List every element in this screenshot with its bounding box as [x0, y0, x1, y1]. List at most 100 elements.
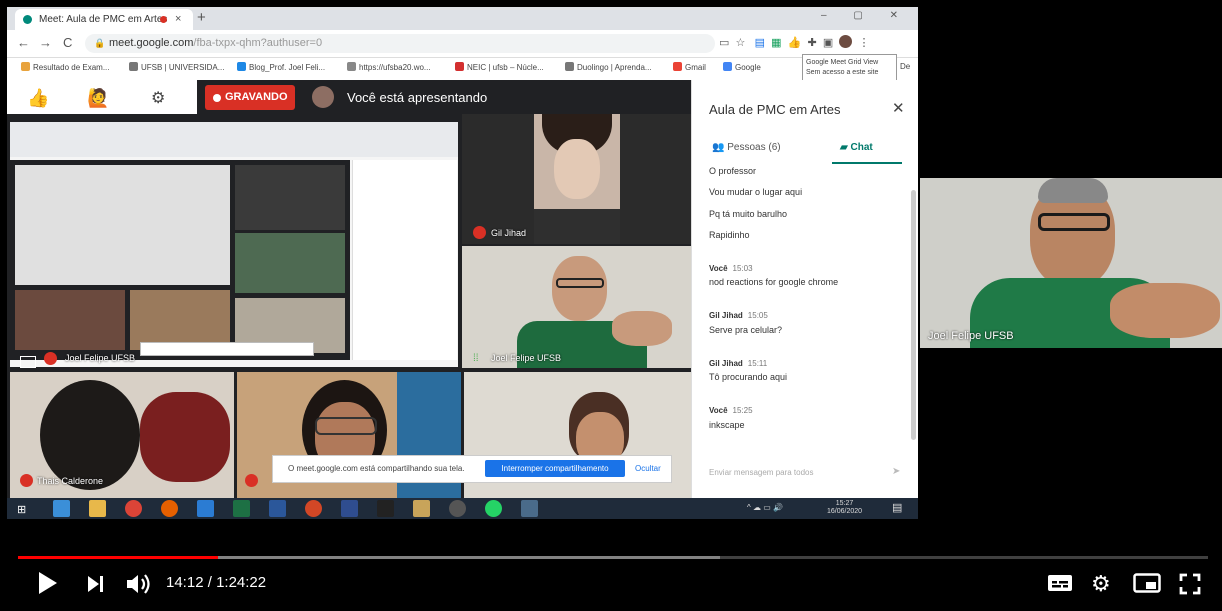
- mic-off-icon: [473, 226, 486, 239]
- share-banner-text: O meet.google.com está compartilhando su…: [288, 464, 465, 473]
- back-button[interactable]: ←: [17, 35, 30, 50]
- app-r-icon[interactable]: [341, 500, 358, 517]
- settings-icon[interactable]: [449, 500, 466, 517]
- participant-name: Joel Felipe UFSB: [65, 353, 136, 363]
- fullscreen-icon[interactable]: [1179, 573, 1201, 600]
- excel-icon[interactable]: [233, 500, 250, 517]
- send-icon[interactable]: ➤: [892, 466, 900, 477]
- chat-input[interactable]: Enviar mensagem para todos: [709, 468, 814, 477]
- participant-tile[interactable]: [462, 114, 691, 244]
- chrome-icon[interactable]: [125, 500, 142, 517]
- progress-played: [18, 556, 218, 559]
- close-icon[interactable]: ✕: [892, 99, 905, 117]
- screen-share-tile: [10, 122, 458, 367]
- webcam-label: Joel Felipe UFSB: [928, 330, 1014, 342]
- bookmark[interactable]: UFSB | UNIVERSIDA...: [129, 62, 224, 72]
- recording-badge: GRAVANDO: [205, 85, 295, 110]
- chat-message: Rapidinho: [709, 230, 750, 240]
- reload-button[interactable]: C: [63, 35, 72, 50]
- play-button[interactable]: [37, 570, 59, 601]
- thumbs-icon[interactable]: 👍: [788, 37, 802, 49]
- star-icon[interactable]: ☆: [736, 37, 746, 49]
- chat-sender: Você 15:25: [709, 406, 753, 415]
- store-icon[interactable]: [413, 500, 430, 517]
- new-tab-button[interactable]: +: [197, 9, 206, 26]
- volume-icon[interactable]: [125, 572, 153, 601]
- mic-off-icon: [20, 474, 33, 487]
- bookmark[interactable]: Gmail: [673, 62, 706, 72]
- notifications-icon[interactable]: ▤: [892, 501, 902, 514]
- windows-start-icon[interactable]: ⊞: [17, 503, 26, 516]
- participant-name: Thais Calderone: [37, 476, 104, 486]
- clock[interactable]: 15:27 16/06/2020: [827, 500, 862, 516]
- url-host: meet.google.com: [109, 37, 194, 49]
- firefox-icon[interactable]: [161, 500, 178, 517]
- thumbs-up-icon[interactable]: 👍: [27, 88, 49, 109]
- profile-avatar[interactable]: [839, 35, 853, 48]
- nested-browser-bar: [10, 122, 458, 157]
- chat-message: Serve pra celular?: [709, 325, 783, 335]
- chat-message: inkscape: [709, 420, 745, 430]
- lock-icon: 🔒: [94, 38, 106, 48]
- miniplayer-icon[interactable]: [1133, 573, 1161, 598]
- notes-icon[interactable]: [521, 500, 538, 517]
- people-icon: 👥: [712, 142, 725, 153]
- webcam-overlay: Joel Felipe UFSB: [920, 178, 1222, 348]
- screen-share-banner: O meet.google.com está compartilhando su…: [272, 455, 672, 483]
- presenting-text: Você está apresentando: [347, 90, 488, 105]
- active-tab-indicator: [832, 162, 902, 164]
- media-icon[interactable]: ▣: [823, 37, 833, 49]
- whatsapp-icon[interactable]: [485, 500, 502, 517]
- bookmark[interactable]: https://ufsba20.wo...: [347, 62, 431, 72]
- bookmark[interactable]: De: [900, 62, 910, 71]
- cast-icon[interactable]: ▭: [719, 37, 729, 49]
- extensions-bar: ▭ ☆ ▤ ▦ 👍 ✚ ▣ ⋮: [719, 35, 869, 49]
- powerpoint-icon[interactable]: [305, 500, 322, 517]
- translate-icon[interactable]: ▤: [755, 37, 765, 49]
- inkscape-icon[interactable]: [377, 500, 394, 517]
- chat-message: Tô procurando aqui: [709, 372, 788, 382]
- chat-sender: Gil Jihad 15:11: [709, 359, 768, 368]
- browser-tab[interactable]: Meet: Aula de PMC em Artes ×: [15, 9, 193, 30]
- window-controls[interactable]: – ▢ ✕: [821, 10, 910, 21]
- tab-close-icon[interactable]: ×: [175, 9, 181, 30]
- next-button[interactable]: [85, 573, 107, 600]
- hide-button[interactable]: Ocultar: [635, 464, 661, 473]
- settings-gear-icon[interactable]: ⚙: [1091, 571, 1111, 597]
- menu-icon[interactable]: ⋮: [858, 37, 869, 49]
- participant-tile[interactable]: [462, 246, 691, 368]
- bookmarks-bar: Resultado de Exam... UFSB | UNIVERSIDA..…: [7, 58, 918, 78]
- edge-icon[interactable]: [53, 500, 70, 517]
- file-explorer-icon[interactable]: [89, 500, 106, 517]
- bookmark[interactable]: Resultado de Exam...: [21, 62, 109, 72]
- outlook-icon[interactable]: [197, 500, 214, 517]
- nested-chat: [352, 160, 457, 360]
- chat-message: Vou mudar o lugar aqui: [709, 187, 803, 197]
- grid-view-icon[interactable]: ▦: [771, 37, 781, 49]
- gear-icon[interactable]: ⚙: [151, 88, 165, 108]
- bookmark[interactable]: NEIC | ufsb – Núcle...: [455, 62, 544, 72]
- meeting-title: Aula de PMC em Artes: [709, 102, 841, 117]
- bookmark[interactable]: Duolingo | Aprenda...: [565, 62, 652, 72]
- system-tray-icons[interactable]: ^ ☁ ▭ 🔊: [747, 503, 783, 512]
- stop-sharing-button[interactable]: Interromper compartilhamento: [485, 460, 625, 477]
- time-separator: /: [203, 574, 217, 591]
- forward-button[interactable]: →: [39, 35, 52, 50]
- mic-off-icon: [245, 474, 258, 487]
- tab-chat[interactable]: ▰ Chat: [840, 142, 873, 153]
- bookmark[interactable]: Blog_Prof. Joel Feli...: [237, 62, 325, 72]
- nested-grid: [10, 160, 350, 360]
- puzzle-icon[interactable]: ✚: [807, 37, 816, 49]
- bookmark[interactable]: Google: [723, 62, 761, 72]
- participant-name: Gil Jihad: [491, 228, 527, 238]
- word-icon[interactable]: [269, 500, 286, 517]
- duration: 1:24:22: [216, 574, 267, 591]
- raise-hand-icon[interactable]: 🙋: [87, 88, 109, 109]
- browser-tab-bar: Meet: Aula de PMC em Artes × + – ▢ ✕: [7, 7, 918, 30]
- url-input[interactable]: 🔒 meet.google.com/fba-txpx-qhm?authuser=…: [85, 34, 715, 53]
- mic-off-icon: [44, 352, 57, 365]
- tab-people[interactable]: 👥 Pessoas (6): [712, 142, 781, 153]
- chat-message: O professor: [709, 166, 757, 176]
- chat-scrollbar[interactable]: [911, 190, 916, 440]
- subtitles-icon[interactable]: [1047, 573, 1073, 598]
